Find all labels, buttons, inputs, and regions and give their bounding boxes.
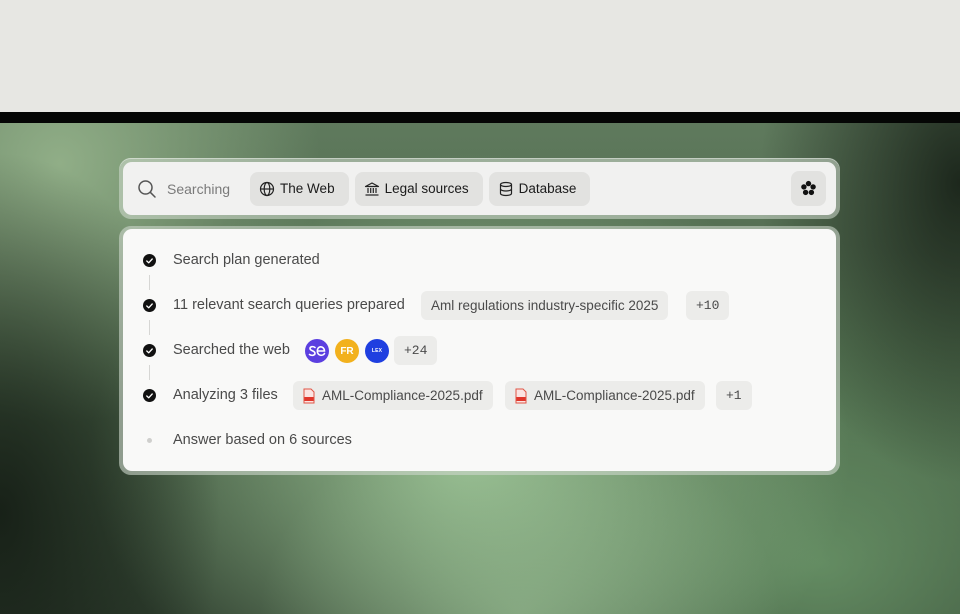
file-pill[interactable]: AML-Compliance-2025.pdf [293, 381, 493, 410]
chip-label: The Web [280, 181, 335, 196]
step-answer: Answer based on 6 sources [123, 423, 836, 457]
check-icon [143, 254, 156, 267]
se-logo-icon[interactable] [305, 339, 329, 363]
fr-logo-icon[interactable]: FR [335, 339, 359, 363]
chip-label: Legal sources [384, 181, 469, 196]
file-name: AML-Compliance-2025.pdf [534, 388, 695, 403]
chip-database[interactable]: Database [488, 171, 591, 206]
step-text: Searched the web [173, 342, 290, 358]
progress-panel-frame: Search plan generated 11 relevant search… [119, 226, 840, 475]
divider-bar [0, 112, 960, 123]
check-icon [143, 344, 156, 357]
search-status-label: Searching [167, 180, 231, 197]
search-icon [137, 179, 157, 199]
lex-logo-icon[interactable]: LEX [365, 339, 389, 363]
bank-icon [364, 181, 380, 197]
step-text: Answer based on 6 sources [173, 432, 352, 448]
database-icon [498, 181, 514, 197]
search-bar: Searching The Web Legal sources Database [123, 162, 836, 215]
pending-dot-icon [147, 438, 152, 443]
step-text: Search plan generated [173, 252, 320, 268]
file-name: AML-Compliance-2025.pdf [322, 388, 483, 403]
search-bar-frame: Searching The Web Legal sources Database [119, 158, 840, 219]
more-queries-pill[interactable]: +10 [686, 291, 730, 320]
pdf-icon [515, 388, 527, 404]
more-files-pill[interactable]: +1 [716, 381, 752, 410]
check-icon [143, 389, 156, 402]
step-search-plan: Search plan generated [123, 243, 836, 277]
chip-legal-sources[interactable]: Legal sources [354, 171, 483, 206]
step-text: 11 relevant search queries prepared [173, 297, 405, 313]
step-text: Analyzing 3 files [173, 387, 278, 403]
step-analyzing-files: Analyzing 3 files AML-Compliance-2025.pd… [123, 378, 836, 412]
query-pill[interactable]: Aml regulations industry-specific 2025 [421, 291, 669, 320]
progress-panel: Search plan generated 11 relevant search… [123, 229, 836, 471]
step-queries: 11 relevant search queries prepared Aml … [123, 288, 836, 322]
check-icon [143, 299, 156, 312]
assistant-button[interactable] [791, 171, 826, 206]
globe-icon [259, 181, 275, 197]
more-sources-pill[interactable]: +24 [394, 336, 438, 365]
flower-icon [800, 180, 817, 197]
chip-label: Database [518, 181, 577, 196]
top-background [0, 0, 960, 112]
pdf-icon [303, 388, 315, 404]
step-searched-web: Searched the web FR LEX +24 [123, 333, 836, 367]
chip-the-web[interactable]: The Web [250, 171, 349, 206]
file-pill[interactable]: AML-Compliance-2025.pdf [505, 381, 705, 410]
